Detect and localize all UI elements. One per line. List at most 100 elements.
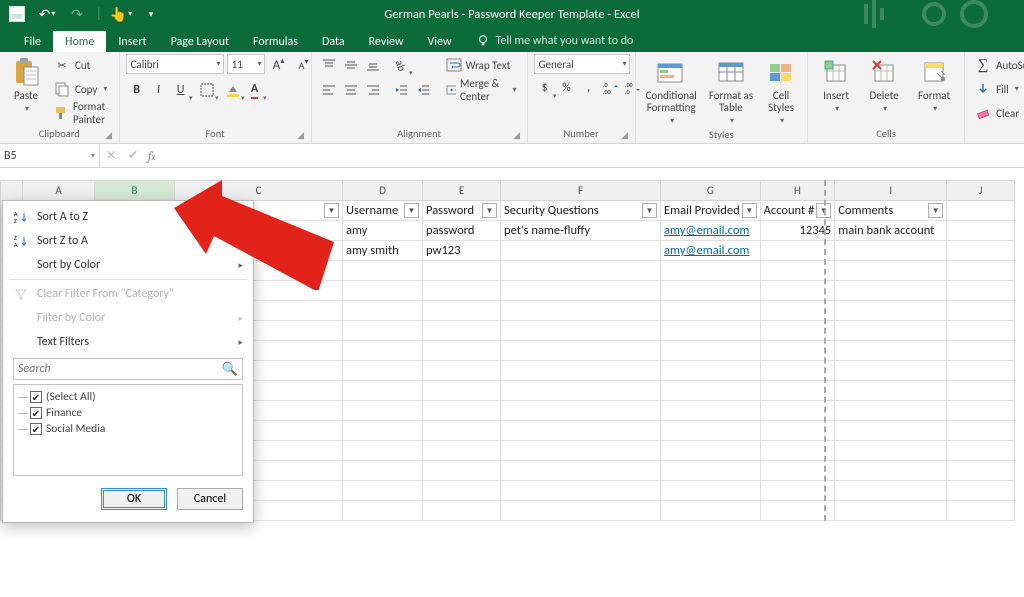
wrap-text-button[interactable]: Wrap Text [442,54,521,76]
fx-icon[interactable]: fx [144,144,159,167]
filter-ok-button[interactable]: OK [101,488,167,510]
tab-formulas[interactable]: Formulas [241,31,310,52]
filter-search-box[interactable]: 🔍 [13,358,243,380]
empty-cell[interactable] [501,401,661,421]
align-bottom-icon[interactable] [362,54,384,76]
empty-cell[interactable] [661,501,761,521]
empty-cell[interactable] [947,421,1015,441]
format-cells-button[interactable]: Format▾ [910,54,958,116]
data-cell[interactable]: pet's name-fluffy [501,221,661,241]
empty-cell[interactable] [343,281,423,301]
font-size-dropdown[interactable]: 11 [227,54,265,74]
undo-icon[interactable]: ↶▾ [36,3,58,25]
font-launcher-icon[interactable]: ◢ [295,130,307,142]
sort-a-to-z[interactable]: AZSort A to Z [3,205,253,229]
header-cell[interactable]: Account #▼ [760,201,835,221]
save-icon[interactable] [6,3,28,25]
empty-cell[interactable] [947,481,1015,501]
fill-color-button[interactable]: ▾ [222,79,244,101]
data-cell[interactable]: amy smith [343,241,423,261]
empty-cell[interactable] [760,321,835,341]
empty-cell[interactable] [760,441,835,461]
copy-button[interactable]: Copy▾ [50,78,113,100]
empty-cell[interactable] [661,381,761,401]
filter-dropdown-icon[interactable]: ▼ [816,203,831,218]
empty-cell[interactable] [501,381,661,401]
empty-cell[interactable] [947,301,1015,321]
italic-button[interactable]: I [148,79,170,101]
formula-input[interactable] [159,144,1024,167]
column-header[interactable]: A [23,181,95,201]
empty-cell[interactable] [501,341,661,361]
font-name-dropdown[interactable]: Calibri [126,54,224,74]
tab-home[interactable]: Home [53,31,106,52]
sort-by-color[interactable]: Sort by Color▸ [3,253,253,277]
empty-cell[interactable] [835,301,947,321]
empty-cell[interactable] [661,281,761,301]
filter-search-input[interactable] [18,362,222,376]
qat-customize-icon[interactable]: ▾ [140,3,162,25]
format-painter-button[interactable]: Format Painter [50,102,113,124]
empty-cell[interactable] [835,461,947,481]
underline-button[interactable]: U▾ [170,79,192,101]
clear-button[interactable]: Clear▾ [971,102,1024,124]
empty-cell[interactable] [343,261,423,281]
empty-cell[interactable] [501,281,661,301]
cut-button[interactable]: ✂Cut [50,54,113,76]
empty-cell[interactable] [343,441,423,461]
empty-cell[interactable] [835,481,947,501]
empty-cell[interactable] [661,321,761,341]
empty-cell[interactable] [501,501,661,521]
data-cell[interactable] [760,241,835,261]
filter-cancel-button[interactable]: Cancel [177,488,243,510]
empty-cell[interactable] [343,461,423,481]
empty-cell[interactable] [501,261,661,281]
empty-cell[interactable] [661,481,761,501]
empty-cell[interactable] [947,261,1015,281]
empty-cell[interactable] [501,441,661,461]
data-cell[interactable] [501,241,661,261]
empty-cell[interactable] [835,321,947,341]
tab-data[interactable]: Data [310,31,357,52]
empty-cell[interactable] [835,381,947,401]
empty-cell[interactable] [947,361,1015,381]
name-box[interactable]: B5 [0,144,100,167]
empty-cell[interactable] [423,341,501,361]
empty-cell[interactable] [343,481,423,501]
tell-me-search[interactable]: Tell me what you want to do [468,30,642,52]
align-middle-icon[interactable] [340,54,362,76]
empty-cell[interactable] [835,401,947,421]
empty-cell[interactable] [501,421,661,441]
data-cell[interactable]: amy@email.com [661,241,761,261]
empty-cell[interactable] [760,401,835,421]
empty-cell[interactable] [423,441,501,461]
increase-decimal-icon[interactable]: .0.00 [600,77,622,99]
decrease-indent-icon[interactable] [390,79,412,101]
filter-dropdown-icon[interactable]: ▼ [404,203,419,218]
increase-font-icon[interactable]: A▴ [268,54,290,76]
hyperlink[interactable]: amy@email.com [664,223,749,238]
empty-cell[interactable] [947,501,1015,521]
empty-cell[interactable] [835,421,947,441]
format-as-table-button[interactable]: Format as Table▾ [705,54,757,128]
font-color-button[interactable]: A▾ [244,79,266,101]
empty-cell[interactable] [423,501,501,521]
empty-cell[interactable] [661,361,761,381]
align-left-icon[interactable] [318,79,340,101]
cell-styles-button[interactable]: Cell Styles▾ [761,54,801,128]
header-cell[interactable] [947,201,1015,221]
filter-option[interactable]: ✔(Select All) [16,389,240,405]
filter-values-tree[interactable]: ✔(Select All)✔Finance✔Social Media [13,384,243,476]
empty-cell[interactable] [343,501,423,521]
align-right-icon[interactable] [362,79,384,101]
empty-cell[interactable] [760,301,835,321]
tab-review[interactable]: Review [357,31,416,52]
empty-cell[interactable] [501,461,661,481]
filter-dropdown-icon[interactable]: ▼ [642,203,657,218]
empty-cell[interactable] [423,301,501,321]
align-top-icon[interactable] [318,54,340,76]
column-header[interactable]: F [501,181,661,201]
data-cell[interactable]: 12345 [760,221,835,241]
header-cell[interactable]: Comments▼ [835,201,947,221]
empty-cell[interactable] [343,381,423,401]
